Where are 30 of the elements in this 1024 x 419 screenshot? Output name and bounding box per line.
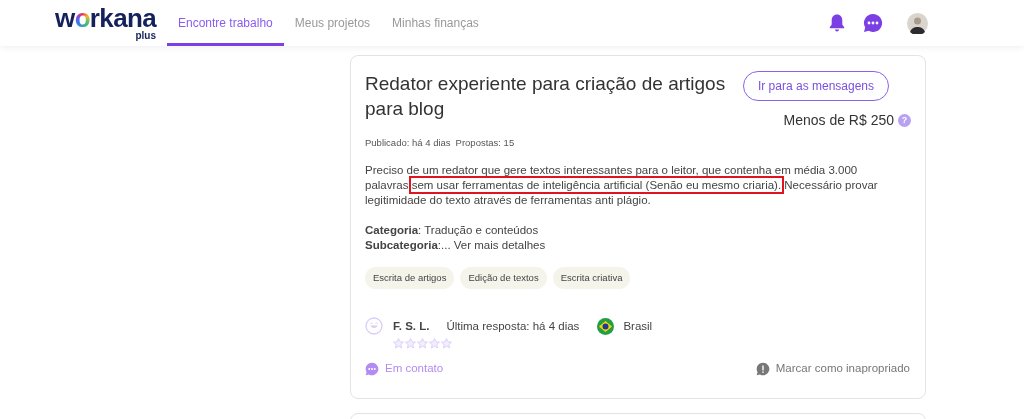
project-description: Preciso de um redator que gere textos interessantes para o leitor, que contenha em média 3.000 palavras sem usar ferramentas de inteligência artificial (Senão eu mesmo criaria). Necessário provar legitimidade do texto através de ferramentas anti plágio. xyxy=(365,163,879,209)
published-date: Publicado: há 4 dias xyxy=(365,136,451,150)
skill-tag[interactable]: Escrita criativa xyxy=(552,267,631,290)
logo-subtitle: plus xyxy=(135,31,156,41)
report-link[interactable]: Marcar como inapropriado xyxy=(775,360,910,378)
bell-icon[interactable] xyxy=(827,13,847,33)
report-icon[interactable] xyxy=(755,361,770,376)
category: Categoria: Tradução e conteúdos xyxy=(365,223,540,239)
logo[interactable]: workana xyxy=(55,5,156,31)
skill-tag[interactable]: Escrita de artigos xyxy=(365,267,455,290)
brazil-flag-icon xyxy=(597,317,615,335)
chat-icon[interactable] xyxy=(863,13,883,33)
client-country: Brasil xyxy=(623,318,653,334)
star-icon xyxy=(393,338,404,350)
nav-tab[interactable]: Encontre trabalho xyxy=(167,0,284,46)
budget: Menos de R$ 250 xyxy=(783,111,894,130)
star-icon xyxy=(441,338,452,350)
client-name[interactable]: F. S. L. xyxy=(393,317,430,335)
project-title[interactable]: Redator experiente para criação de artigos para blog xyxy=(365,71,743,131)
proposals-count: Propostas: 15 xyxy=(455,136,515,150)
chat-icon xyxy=(365,361,379,376)
skill-tag[interactable]: Edição de textos xyxy=(460,267,547,290)
subcategory: Subcategoria:... Ver mais detalhes xyxy=(365,238,547,254)
star-icon xyxy=(417,338,428,350)
star-icon xyxy=(429,338,440,350)
last-reply: Última resposta: há 4 dias xyxy=(446,318,580,334)
avatar[interactable] xyxy=(907,12,928,34)
smiley-icon xyxy=(365,317,383,336)
contact-status: Em contato xyxy=(385,361,444,377)
star-icon xyxy=(405,338,416,350)
